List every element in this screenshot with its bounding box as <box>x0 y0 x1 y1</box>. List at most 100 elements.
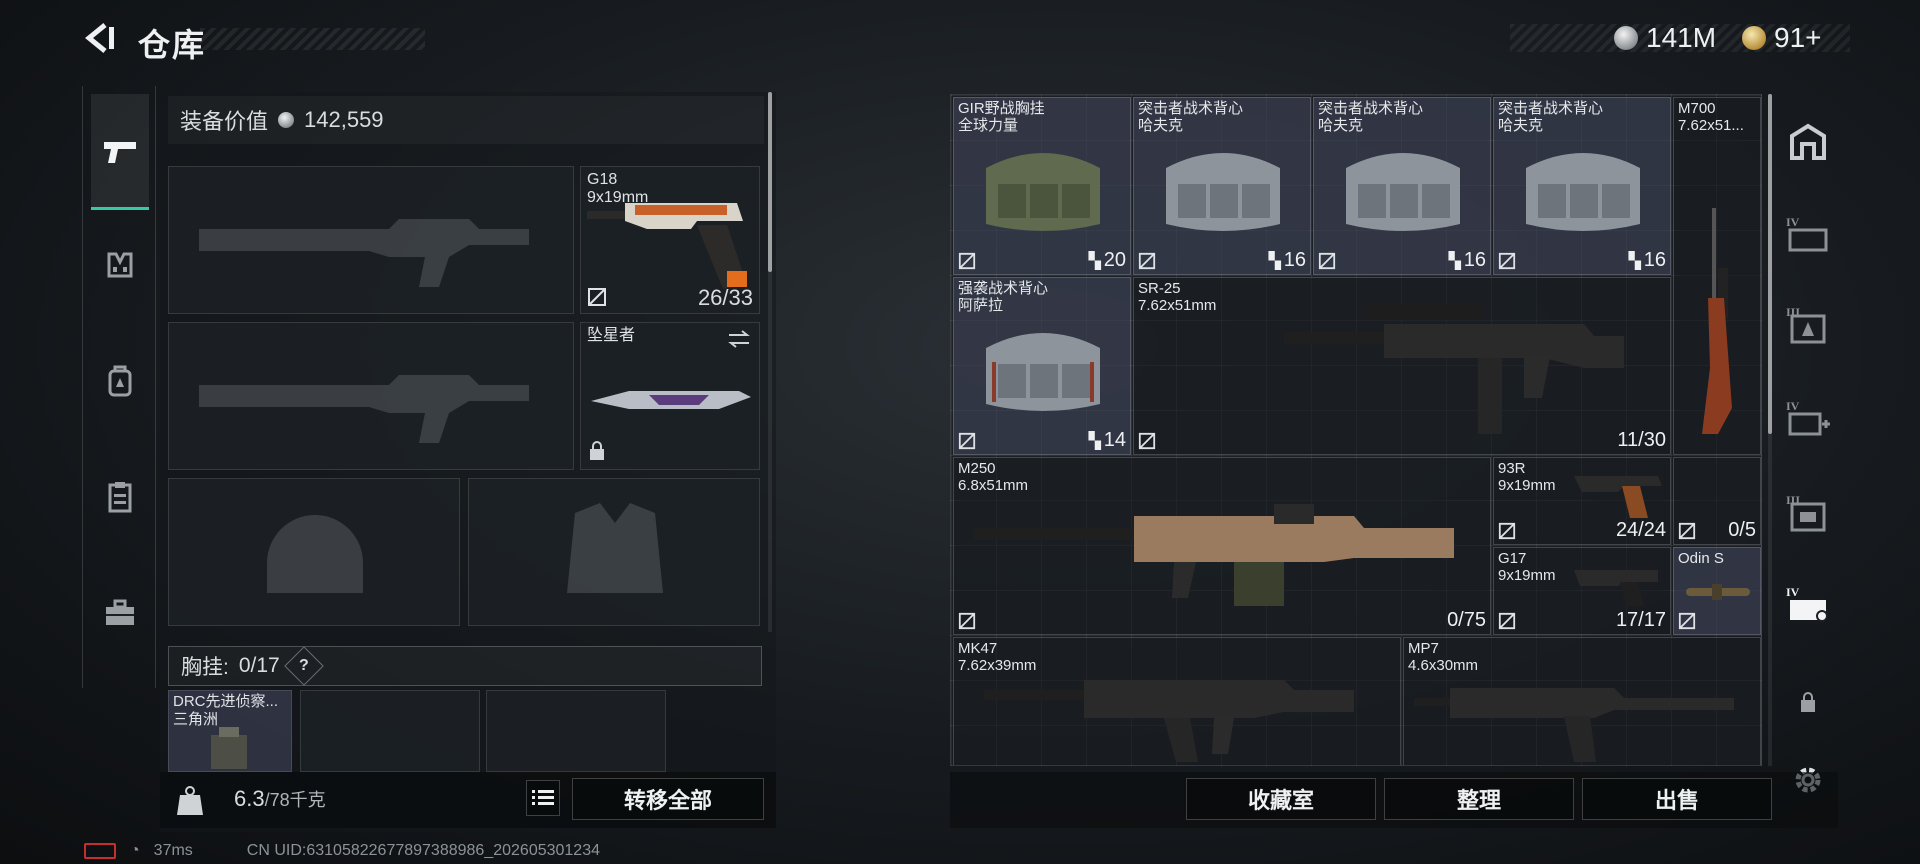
pistol-icon <box>104 141 136 163</box>
weight-icon <box>174 782 206 818</box>
green-rig-image <box>986 153 1100 231</box>
swap-icon[interactable] <box>727 329 751 349</box>
list-view-button[interactable] <box>526 780 560 816</box>
stash-tab-iv-active-icon: IV <box>1786 585 1828 622</box>
silver-currency: 141M <box>1614 22 1716 54</box>
stash-tab-3[interactable]: IV <box>1784 394 1832 442</box>
stash-tab-safehouse[interactable] <box>1784 118 1832 166</box>
item-count: 20 <box>1103 249 1126 271</box>
insurance-tag-icon <box>1318 252 1336 270</box>
stash-tab-4[interactable]: III <box>1784 488 1832 536</box>
chest-rig-empty-slot[interactable] <box>300 690 480 772</box>
item-name: 突击者战术背心 <box>1138 100 1244 117</box>
stash-item-m250[interactable]: M250 6.8x51mm 0/75 <box>953 457 1491 635</box>
list-icon <box>532 790 554 805</box>
secondary-weapon-slot[interactable]: G18 9x19mm 26/33 <box>580 166 760 314</box>
rail-tab-chest-rig[interactable] <box>91 236 149 294</box>
stash-tab-2[interactable]: III <box>1784 300 1832 348</box>
stash-item-93r[interactable]: 93R 9x19mm 24/24 <box>1493 457 1671 545</box>
stash-tab-iii-icon: III <box>1786 305 1826 344</box>
stash-item-m700[interactable]: M700 7.62x51... <box>1673 97 1761 455</box>
silver-currency-value: 141M <box>1646 22 1717 53</box>
sell-button[interactable]: 出售 <box>1582 778 1772 820</box>
stash-item-g17[interactable]: G17 9x19mm 17/17 <box>1493 547 1671 635</box>
stash-item-assault-vest[interactable]: 突击者战术背心 哈夫克 ▚ 16 <box>1493 97 1671 275</box>
rifle-silhouette-icon <box>199 375 529 443</box>
primary-weapon-slot-2[interactable] <box>168 322 574 470</box>
weight-readout: 6.3/78千克 <box>234 786 326 812</box>
stash-item-raid-vest[interactable]: 强袭战术背心 阿萨拉 ▚ 14 <box>953 277 1131 455</box>
stash-tab-locked[interactable] <box>1784 678 1832 726</box>
loadout-scrollbar[interactable] <box>768 92 772 632</box>
insurance-tag-icon <box>588 288 606 306</box>
toolbox-icon <box>106 599 134 625</box>
stash-item-gir-rig[interactable]: GIR野战胸挂 全球力量 ▚ 20 <box>953 97 1131 275</box>
rail-tab-weapons[interactable] <box>91 94 149 210</box>
rifle-silhouette-icon <box>199 219 529 287</box>
stash-tab-iv-icon: IV <box>1786 215 1828 252</box>
collection-room-button[interactable]: 收藏室 <box>1186 778 1376 820</box>
armor-slot[interactable] <box>468 478 760 626</box>
rail-tab-backpack[interactable] <box>91 352 149 410</box>
chest-rig-item-name: DRC先进侦察... <box>173 693 279 710</box>
item-count: 14 <box>1103 429 1126 451</box>
insurance-tag-icon <box>958 252 976 270</box>
item-subtitle: 7.62x51... <box>1678 117 1744 134</box>
loadout-scroll-thumb[interactable] <box>768 92 772 272</box>
title-decoration <box>200 28 425 50</box>
primary-weapon-slot-1[interactable] <box>168 166 574 314</box>
rig-item-image <box>211 727 247 769</box>
stash-item-odin-s[interactable]: Odin S <box>1673 547 1761 635</box>
clipboard-icon <box>108 482 132 513</box>
stash-item-assault-vest[interactable]: 突击者战术背心 哈夫克 ▚ 16 <box>1313 97 1491 275</box>
gold-currency[interactable]: 91+ <box>1742 22 1822 54</box>
item-name: 突击者战术背心 <box>1498 100 1604 117</box>
item-name: 强袭战术背心 <box>958 280 1049 297</box>
rig-capacity-icon: ▚ <box>1268 252 1281 270</box>
item-name: GIR野战胸挂 <box>958 100 1045 117</box>
helmet-slot[interactable] <box>168 478 460 626</box>
item-count: 24/24 <box>1615 519 1666 541</box>
insurance-tag-icon <box>1678 612 1696 630</box>
pistol-ammo: 26/33 <box>697 285 753 310</box>
stash-tab-1[interactable]: IV <box>1784 210 1832 258</box>
stash-item-empty-container[interactable]: 0/5 <box>1673 457 1761 545</box>
item-subtitle: 阿萨拉 <box>958 297 1004 314</box>
wifi-icon: ◔ <box>130 842 140 859</box>
grey-vest-image <box>1346 153 1460 231</box>
sr25-rifle-image <box>1284 304 1624 434</box>
battery-icon <box>84 843 116 859</box>
stash-scroll-thumb[interactable] <box>1768 94 1772 434</box>
chest-rig-empty-slot[interactable] <box>486 690 666 772</box>
stash-grid: GIR野战胸挂 全球力量 ▚ 20 突击者战术背心 哈夫克 ▚ 16 突击者战术背心 哈夫… <box>950 94 1762 766</box>
bolt-rifle-image <box>1702 208 1732 434</box>
chest-rig-item[interactable]: DRC先进侦察... 三角洲 <box>168 690 292 772</box>
rail-tab-toolbox[interactable] <box>91 584 149 642</box>
helmet-silhouette-icon <box>267 515 363 593</box>
svg-text:IV: IV <box>1786 585 1800 599</box>
rail-tab-pouch[interactable] <box>91 468 149 526</box>
weight-current: 6.3 <box>234 786 265 811</box>
back-button[interactable] <box>80 18 120 58</box>
back-arrow-icon <box>85 23 114 53</box>
item-subtitle: 哈夫克 <box>1138 117 1184 134</box>
chest-rig-header: 胸挂: 0/17 ? <box>168 646 762 686</box>
help-button[interactable]: ? <box>283 646 324 686</box>
stash-tab-5-active[interactable]: IV <box>1784 580 1832 628</box>
melee-slot[interactable]: 坠星者 <box>580 322 760 470</box>
stash-item-sr25[interactable]: SR-25 7.62x51mm 11/30 <box>1133 277 1671 455</box>
item-count: 0/75 <box>1447 609 1486 631</box>
item-subtitle: 哈夫克 <box>1498 117 1544 134</box>
stash-tab-iv-add-icon: IV <box>1786 399 1830 436</box>
insurance-tag-icon <box>1498 522 1516 540</box>
stash-scrollbar[interactable] <box>1768 94 1772 766</box>
stash-item-mp7[interactable]: MP7 4.6x30mm <box>1403 637 1761 765</box>
stash-item-mk47[interactable]: MK47 7.62x39mm <box>953 637 1401 765</box>
m250-lmg-image <box>974 504 1454 606</box>
sort-button[interactable]: 整理 <box>1384 778 1574 820</box>
ping-readout: 37ms <box>153 842 193 859</box>
transfer-all-button[interactable]: 转移全部 <box>572 778 764 820</box>
armor-silhouette-icon <box>567 503 663 593</box>
stash-item-assault-vest[interactable]: 突击者战术背心 哈夫克 ▚ 16 <box>1133 97 1311 275</box>
safehouse-icon <box>1790 123 1826 160</box>
